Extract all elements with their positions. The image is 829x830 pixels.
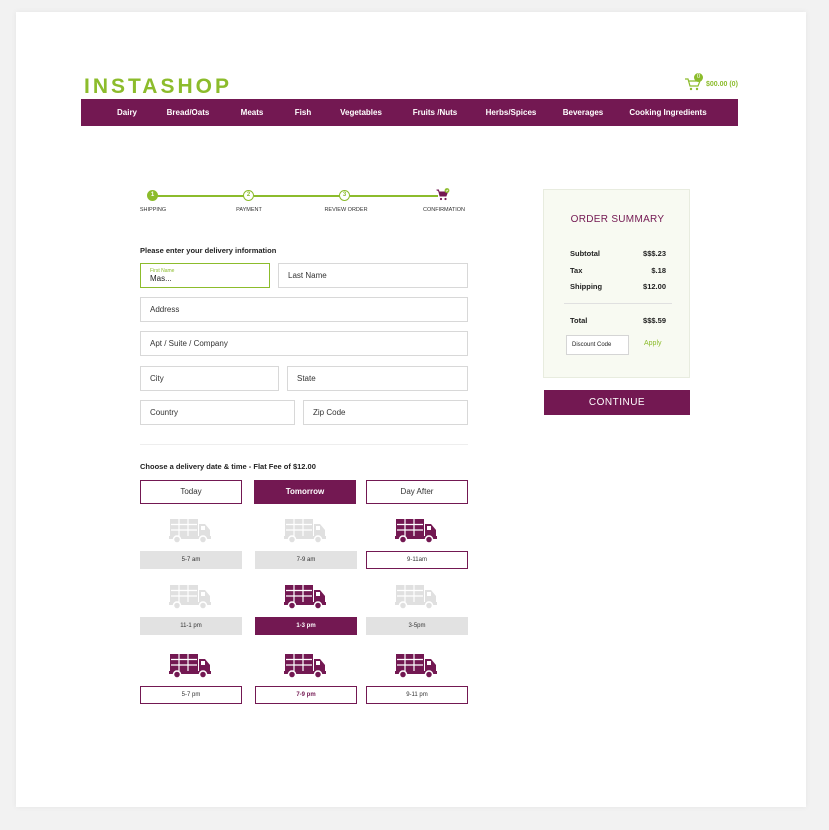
time-slot-label: 9-11 pm [366,686,468,704]
time-slot-label: 11-1 pm [140,617,242,635]
checkout-stepper: 1 2 3 SHIPPING PAYMENT REVIEW ORDER CONF… [140,188,468,216]
total-label: Total [570,316,588,325]
discount-code-input[interactable]: Discount Code [566,335,629,355]
apply-discount-button[interactable]: Apply [644,340,662,347]
address-field[interactable]: Address [140,297,468,322]
tax-value: $.18 [651,266,666,275]
step-label-confirmation: CONFIRMATION [422,207,466,213]
step-connector [254,195,348,197]
summary-tax: Tax $.18 [570,266,666,275]
step-label-review: REVIEW ORDER [324,207,368,213]
day-today-button[interactable]: Today [140,480,242,504]
tax-label: Tax [570,266,583,275]
cart-icon[interactable]: 0 [684,73,703,91]
category-nav: Dairy Bread/Oats Meats Fish Vegetables F… [81,99,738,126]
summary-shipping: Shipping $12.00 [570,282,666,291]
truck-icon [169,585,211,610]
time-slot[interactable]: 11-1 pm [140,584,242,635]
truck-icon [284,654,326,679]
zip-code-field[interactable]: Zip Code [303,400,468,425]
step-label-payment: PAYMENT [236,207,262,213]
day-tomorrow-button[interactable]: Tomorrow [254,480,356,504]
truck-icon [395,585,437,610]
delivery-info-heading: Please enter your delivery information [140,246,277,255]
time-slot-label: 5-7 am [140,551,242,569]
time-slot-label: 7-9 pm [255,686,357,704]
cart-count-badge: 0 [694,73,703,82]
step-payment-dot: 2 [243,190,254,201]
step-label-shipping: SHIPPING [139,207,167,213]
country-field[interactable]: Country [140,400,295,425]
truck-icon [395,519,437,544]
shipping-label: Shipping [570,282,603,291]
summary-subtotal: Subtotal $$$.23 [570,249,666,258]
nav-item-dairy[interactable]: Dairy [117,99,137,126]
truck-icon [169,654,211,679]
first-name-field[interactable]: First Name Mas... [140,263,270,288]
time-slot-label: 1-3 pm [255,617,357,635]
city-field[interactable]: City [140,366,279,391]
total-value: $$$.59 [643,316,666,325]
step-connector [350,195,438,197]
day-after-button[interactable]: Day After [366,480,468,504]
nav-item-bread-oats[interactable]: Bread/Oats [167,99,210,126]
nav-item-fruits-nuts[interactable]: Fruits /Nuts [413,99,457,126]
nav-item-fish[interactable]: Fish [295,99,311,126]
time-slot[interactable]: 5-7 am [140,518,242,569]
nav-item-herbs-spices[interactable]: Herbs/Spices [486,99,537,126]
truck-icon [395,654,437,679]
truck-icon [284,519,326,544]
subtotal-label: Subtotal [570,249,600,258]
last-name-field[interactable]: Last Name [278,263,468,288]
nav-item-beverages[interactable]: Beverages [563,99,603,126]
truck-icon [169,519,211,544]
time-slot[interactable]: 9-11 pm [366,653,468,704]
time-slot-label: 7-9 am [255,551,357,569]
nav-item-vegetables[interactable]: Vegetables [340,99,382,126]
nav-item-cooking-ingredients[interactable]: Cooking Ingredients [629,99,706,126]
time-slot[interactable]: 7-9 pm [255,653,357,704]
time-slot-label: 9-11am [366,551,468,569]
truck-icon [284,585,326,610]
subtotal-value: $$$.23 [643,249,666,258]
step-review-dot: 3 [339,190,350,201]
apt-field[interactable]: Apt / Suite / Company [140,331,468,356]
summary-total: Total $$$.59 [570,316,666,325]
step-shipping-dot: 1 [147,190,158,201]
time-slot[interactable]: 9-11am [366,518,468,569]
summary-divider [564,303,672,304]
time-slot[interactable]: 5-7 pm [140,653,242,704]
cart-check-icon [436,188,450,202]
time-slot[interactable]: 1-3 pm [255,584,357,635]
order-summary-title: ORDER SUMMARY [570,214,665,225]
cart-total: $00.00 (0) [706,80,738,88]
step-connector [151,195,248,197]
time-slot-label: 5-7 pm [140,686,242,704]
nav-item-meats[interactable]: Meats [241,99,264,126]
cart[interactable]: 0 $00.00 (0) [684,73,738,92]
state-field[interactable]: State [287,366,468,391]
shipping-value: $12.00 [643,282,666,291]
time-slot-label: 3-5pm [366,617,468,635]
section-divider [140,444,468,445]
time-slot[interactable]: 7-9 am [255,518,357,569]
order-summary: ORDER SUMMARY Subtotal $$$.23 Tax $.18 S… [543,189,690,378]
time-slot[interactable]: 3-5pm [366,584,468,635]
delivery-time-heading: Choose a delivery date & time - Flat Fee… [140,462,316,471]
logo[interactable]: INSTASHOP [84,75,232,99]
continue-button[interactable]: CONTINUE [544,390,690,415]
first-name-value: Mas... [150,273,172,283]
